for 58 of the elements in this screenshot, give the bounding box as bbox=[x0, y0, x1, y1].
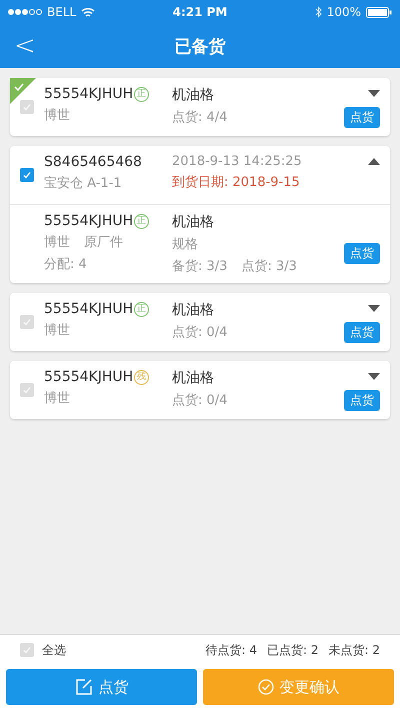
battery-percent: 100% bbox=[326, 5, 361, 19]
part-number: 55554KJHUH bbox=[44, 86, 134, 102]
origin-text: 原厂件 bbox=[84, 234, 123, 251]
count-button[interactable]: 点货 bbox=[344, 243, 380, 264]
product-name: 机油格 bbox=[172, 213, 215, 231]
stat-text: 待点货: 4 bbox=[206, 642, 257, 658]
count-button[interactable]: 点货 bbox=[344, 390, 380, 411]
warehouse-text: 宝安仓 A-1-1 bbox=[44, 175, 123, 192]
order-time: 2018-9-13 14:25:25 bbox=[172, 154, 303, 169]
product-name: 机油格 bbox=[172, 369, 215, 387]
brand-text: 博世 bbox=[44, 322, 71, 339]
stat-text: 未点货: 2 bbox=[328, 642, 380, 658]
count-text: 点货: 0/4 bbox=[172, 392, 228, 409]
select-all-checkbox[interactable] bbox=[20, 643, 34, 657]
allocation-text: 分配: 4 bbox=[44, 256, 88, 273]
spec-text: 规格 bbox=[172, 236, 199, 253]
count-button[interactable]: 点货 bbox=[344, 322, 380, 343]
stat-text: 已点货: 2 bbox=[267, 642, 318, 658]
checkbox[interactable] bbox=[20, 168, 34, 182]
bluetooth-icon bbox=[314, 6, 322, 18]
brand-text: 博世 bbox=[44, 390, 71, 407]
tag-badge: 正 bbox=[134, 302, 150, 316]
page-title: 已备货 bbox=[174, 36, 226, 58]
status-time: 4:21 PM bbox=[172, 5, 228, 19]
order-number: S8465465468 bbox=[44, 154, 143, 170]
tag-badge: 残 bbox=[134, 370, 150, 384]
stocked-text: 备货: 3/3 bbox=[172, 258, 228, 275]
checkbox[interactable] bbox=[20, 315, 34, 329]
tag-badge: 正 bbox=[134, 86, 150, 102]
brand-text: 博世 bbox=[44, 107, 71, 124]
confirm-button[interactable]: 变更确认 bbox=[203, 669, 394, 705]
count-button[interactable]: 点货 bbox=[6, 669, 197, 705]
count-text: 点货: 4/4 bbox=[172, 109, 228, 126]
product-name: 机油格 bbox=[172, 301, 215, 319]
checkbox[interactable] bbox=[20, 383, 34, 397]
select-all-label: 全选 bbox=[42, 642, 66, 658]
checkbox[interactable] bbox=[20, 100, 34, 114]
count-button[interactable]: 点货 bbox=[344, 107, 380, 128]
product-name: 机油格 bbox=[172, 86, 215, 104]
caret-icon[interactable] bbox=[368, 158, 380, 165]
tag-badge: 正 bbox=[134, 214, 150, 228]
part-number: 55554KJHUH bbox=[44, 213, 134, 229]
wifi-icon bbox=[81, 6, 96, 18]
edit-icon bbox=[74, 678, 92, 696]
caret-icon[interactable] bbox=[368, 305, 380, 312]
carrier-name: BELL bbox=[47, 5, 76, 19]
signal-icon bbox=[8, 9, 42, 15]
part-number: 55554KJHUH bbox=[44, 301, 134, 317]
arrival-date: 到货日期: 2018-9-15 bbox=[172, 174, 301, 191]
back-button[interactable]: < bbox=[0, 31, 50, 61]
battery-icon bbox=[366, 6, 392, 18]
caret-icon[interactable] bbox=[368, 373, 380, 380]
check-circle-icon bbox=[258, 679, 274, 695]
count-text: 点货: 0/4 bbox=[172, 324, 228, 341]
part-number: 55554KJHUH bbox=[44, 369, 134, 385]
brand-text: 博世 bbox=[44, 234, 70, 251]
count-text: 点货: 3/3 bbox=[241, 258, 297, 275]
caret-icon[interactable] bbox=[368, 90, 380, 97]
